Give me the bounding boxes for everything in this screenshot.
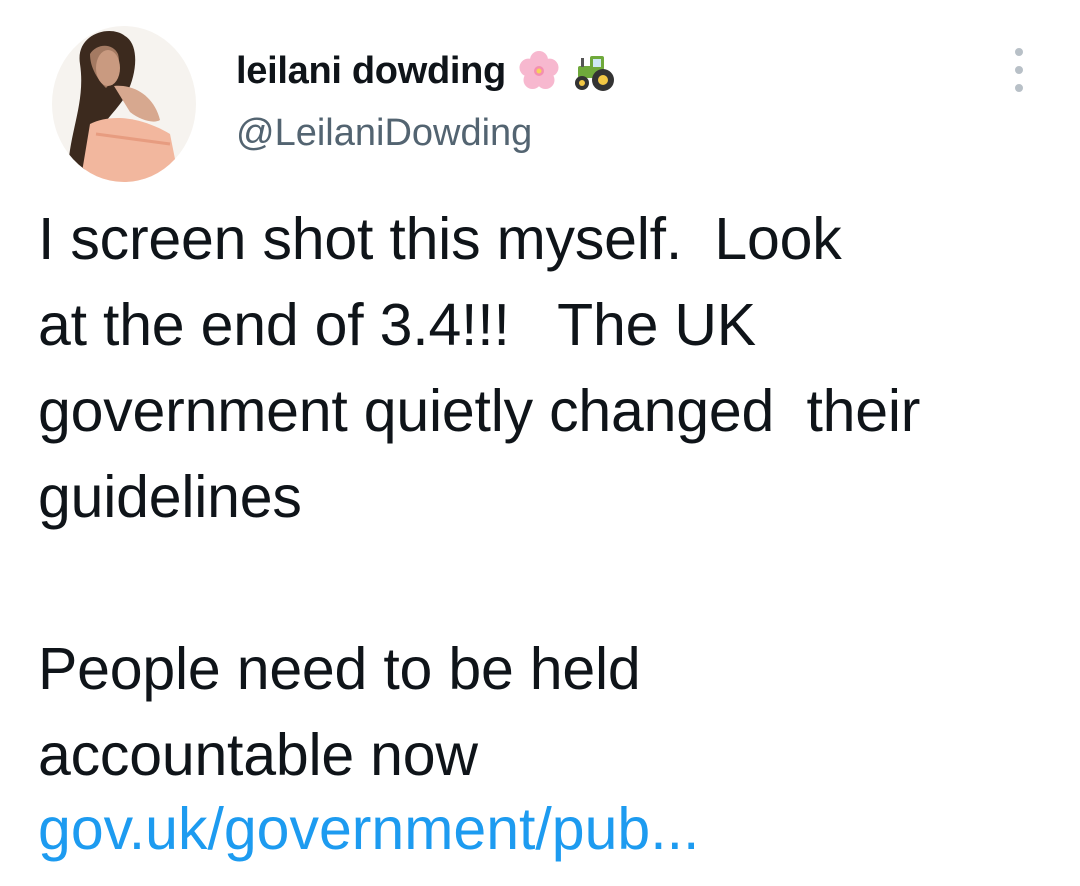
cherry-blossom-emoji <box>519 51 559 89</box>
more-dot <box>1015 66 1023 74</box>
tractor-emoji <box>574 56 614 91</box>
author-avatar[interactable] <box>50 24 198 184</box>
tweet-body: I screen shot this myself. Look at the e… <box>38 196 1058 798</box>
more-dot <box>1015 84 1023 92</box>
tweet-line: government quietly changed their <box>38 378 921 444</box>
tweet-line: at the end of 3.4!!! The UK <box>38 292 756 358</box>
tweet-line: I screen shot this myself. Look <box>38 206 842 272</box>
author-handle[interactable]: @LeilaniDowding <box>236 112 532 155</box>
author-display-name[interactable]: leilani dowding <box>236 50 506 93</box>
more-options-icon[interactable] <box>1004 48 1034 92</box>
tweet-line: guidelines <box>38 464 302 530</box>
more-dot <box>1015 48 1023 56</box>
author-name-row[interactable]: leilani dowding <box>236 46 618 96</box>
tweet-line: People need to be held <box>38 636 641 702</box>
avatar-photo <box>52 26 196 182</box>
tweet-line <box>38 540 1058 626</box>
tweet-link[interactable]: gov.uk/government/pub... <box>38 786 699 872</box>
tweet-card: leilani dowding @LeilaniDowding I screen… <box>0 0 1080 886</box>
